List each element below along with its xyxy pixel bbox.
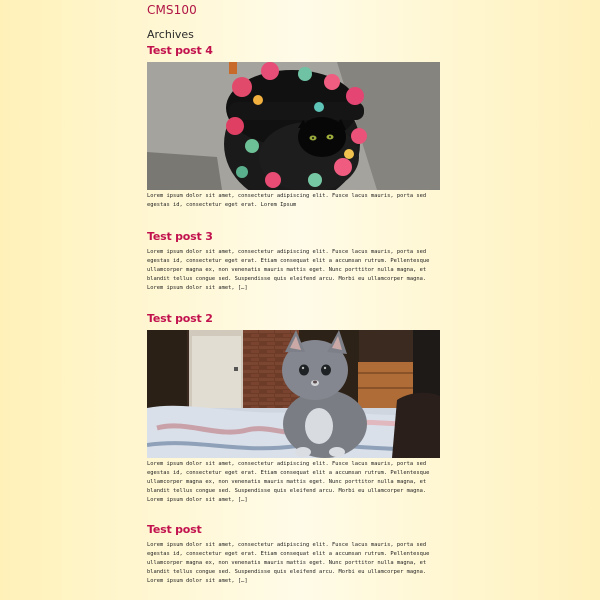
site-title-link[interactable]: CMS100 bbox=[147, 3, 197, 17]
post-title-link[interactable]: Test post 4 bbox=[147, 44, 440, 60]
post-excerpt: Lorem ipsum dolor sit amet, consectetur … bbox=[147, 249, 430, 291]
post-item: Test post Lorem ipsum dolor sit amet, co… bbox=[147, 523, 440, 586]
kitten-on-bed-image[interactable] bbox=[147, 330, 440, 458]
post-title-link[interactable]: Test post 3 bbox=[147, 230, 440, 246]
cat-in-backpack-image[interactable] bbox=[147, 62, 440, 190]
page-title: Archives bbox=[147, 28, 194, 41]
post-excerpt: Lorem ipsum dolor sit amet, consectetur … bbox=[147, 461, 430, 503]
post-excerpt: Lorem ipsum dolor sit amet, consectetur … bbox=[147, 193, 427, 208]
post-item: Test post 4 Lorem ipsum dolor sit amet, … bbox=[147, 44, 440, 210]
post-item: Test post 2 Lorem ipsum dolor sit amet, … bbox=[147, 312, 440, 505]
post-title-link[interactable]: Test post bbox=[147, 523, 440, 539]
post-title-link[interactable]: Test post 2 bbox=[147, 312, 440, 328]
archive-page: CMS100 Archives Test post 4 Lorem ipsum … bbox=[0, 0, 600, 600]
post-excerpt: Lorem ipsum dolor sit amet, consectetur … bbox=[147, 542, 430, 584]
post-item: Test post 3 Lorem ipsum dolor sit amet, … bbox=[147, 230, 440, 293]
